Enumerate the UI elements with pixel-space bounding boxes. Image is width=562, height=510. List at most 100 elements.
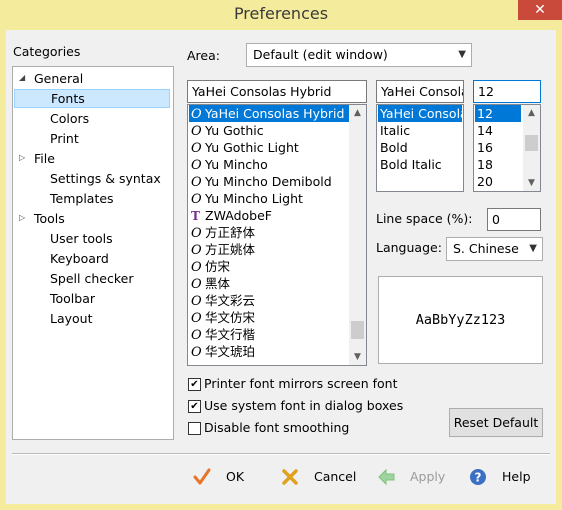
- font-list-item[interactable]: O 黑体: [189, 275, 349, 292]
- scroll-thumb[interactable]: [525, 135, 538, 151]
- opentype-icon: O: [191, 107, 202, 122]
- scroll-up-icon[interactable]: ▲: [523, 105, 540, 121]
- scroll-thumb[interactable]: [351, 321, 364, 339]
- font-list-item-label: 黑体: [205, 276, 231, 291]
- tree-expand-icon[interactable]: ▷: [19, 153, 25, 162]
- tree-item-general[interactable]: General: [34, 69, 83, 88]
- checkbox-unchecked-icon[interactable]: [188, 422, 201, 435]
- line-space-input[interactable]: 0: [487, 208, 541, 231]
- font-list-item[interactable]: O Yu Mincho: [189, 156, 349, 173]
- font-size-input[interactable]: 12: [473, 80, 541, 103]
- font-style-item[interactable]: Italic: [378, 122, 462, 139]
- tree-collapse-icon[interactable]: ◢: [19, 73, 25, 82]
- opentype-icon: O: [191, 192, 202, 207]
- font-style-item[interactable]: YaHei Consola: [378, 105, 463, 122]
- font-list-item[interactable]: O Yu Gothic Light: [189, 139, 349, 156]
- tree-item-file[interactable]: File: [34, 149, 55, 168]
- dialog-body: Categories ◢ General Fonts Colors Print ▷ File…: [6, 30, 556, 504]
- option-checkbox[interactable]: ✔ Printer font mirrors screen font: [188, 375, 428, 393]
- opentype-icon: O: [191, 260, 202, 275]
- truetype-icon: T: [191, 209, 200, 223]
- font-list-item-label: YaHei Consolas Hybrid: [205, 106, 345, 121]
- tree-item-print[interactable]: Print: [50, 129, 79, 148]
- font-size-item[interactable]: 12: [475, 105, 521, 122]
- font-list-item[interactable]: O 方正舒体: [189, 224, 349, 241]
- categories-tree[interactable]: ◢ General Fonts Colors Print ▷ File Settings & …: [12, 66, 174, 440]
- scroll-down-icon[interactable]: ▼: [523, 175, 540, 191]
- font-list-item[interactable]: O 华文琥珀: [189, 343, 349, 360]
- font-size-item[interactable]: 14: [475, 122, 521, 139]
- tree-item-spell-checker[interactable]: Spell checker: [50, 269, 133, 288]
- svg-text:?: ?: [475, 471, 482, 485]
- font-list-item[interactable]: O 华文行楷: [189, 326, 349, 343]
- tree-item-user-tools[interactable]: User tools: [50, 229, 113, 248]
- tree-expand-icon[interactable]: ▷: [19, 213, 25, 222]
- ok-button[interactable]: OK: [192, 466, 262, 488]
- font-style-item[interactable]: Bold Italic: [378, 156, 462, 173]
- help-button[interactable]: ? Help: [468, 466, 538, 488]
- font-list-item[interactable]: O 华文仿宋: [189, 309, 349, 326]
- font-list-item[interactable]: T ZWAdobeF: [189, 207, 349, 224]
- font-style-item[interactable]: Bold: [378, 139, 462, 156]
- cancel-button[interactable]: Cancel: [280, 466, 360, 488]
- apply-button[interactable]: Apply: [376, 466, 446, 488]
- tree-item-templates[interactable]: Templates: [50, 189, 114, 208]
- tree-item-settings-syntax[interactable]: Settings & syntax: [50, 169, 161, 188]
- font-list-item-label: Yu Mincho: [205, 157, 268, 172]
- cancel-x-icon: [282, 469, 298, 485]
- title-bar: Preferences ✕: [0, 0, 562, 30]
- font-size-list[interactable]: 20 18 16 14 12 ▲ ▼: [473, 104, 541, 192]
- ok-label: OK: [226, 469, 245, 484]
- font-size-item[interactable]: 16: [475, 139, 521, 156]
- reset-default-button[interactable]: Reset Default: [449, 408, 543, 437]
- area-select[interactable]: Default (edit window) ▼: [246, 43, 472, 67]
- scroll-up-icon[interactable]: ▲: [349, 105, 366, 121]
- chevron-down-icon: ▼: [458, 49, 466, 60]
- opentype-icon: O: [191, 294, 202, 309]
- font-size-item[interactable]: 20: [475, 173, 521, 190]
- font-list-item[interactable]: O YaHei Consolas Hybrid: [189, 105, 349, 122]
- opentype-icon: O: [191, 141, 202, 156]
- font-style-input[interactable]: YaHei Consola: [376, 80, 464, 103]
- font-size-item[interactable]: 18: [475, 156, 521, 173]
- font-list-item[interactable]: O 仿宋: [189, 258, 349, 275]
- tree-item-keyboard[interactable]: Keyboard: [50, 249, 109, 268]
- language-select[interactable]: S. Chinese ▼: [446, 237, 543, 261]
- font-list-item-label: 华文彩云: [205, 293, 256, 308]
- font-name-input[interactable]: YaHei Consolas Hybrid: [187, 80, 367, 103]
- font-list-item-label: 华文仿宋: [205, 310, 256, 325]
- option-label: Disable font smoothing: [204, 420, 350, 435]
- font-preview: AaBbYyZz123: [378, 276, 543, 364]
- font-list-item-label: 华文琥珀: [205, 344, 256, 359]
- tree-item-fonts[interactable]: Fonts: [14, 89, 170, 108]
- checkbox-checked-icon[interactable]: ✔: [188, 400, 201, 413]
- preferences-window: Preferences ✕ Categories ◢ General Fonts Co…: [0, 0, 562, 510]
- font-list-item-label: Yu Mincho Demibold: [205, 174, 332, 189]
- font-list-item[interactable]: O Yu Mincho Light: [189, 190, 349, 207]
- separator: [12, 453, 550, 455]
- font-list-scrollbar[interactable]: ▲ ▼: [349, 105, 366, 365]
- chevron-down-icon: ▼: [529, 243, 537, 254]
- apply-label: Apply: [410, 469, 446, 484]
- help-icon: ?: [470, 469, 486, 485]
- tree-item-toolbar[interactable]: Toolbar: [50, 289, 95, 308]
- font-list-item[interactable]: O 方正姚体: [189, 241, 349, 258]
- tree-item-colors[interactable]: Colors: [50, 109, 89, 128]
- font-list-item[interactable]: O 华文彩云: [189, 292, 349, 309]
- size-list-scrollbar[interactable]: ▲ ▼: [523, 105, 540, 191]
- option-checkbox[interactable]: Disable font smoothing: [188, 419, 428, 437]
- window-title: Preferences: [233, 4, 329, 23]
- line-space-label: Line space (%):: [376, 211, 473, 226]
- tree-item-layout[interactable]: Layout: [50, 309, 93, 328]
- tree-item-tools[interactable]: Tools: [34, 209, 65, 228]
- checkbox-checked-icon[interactable]: ✔: [188, 378, 201, 391]
- font-style-list[interactable]: YaHei Consola Italic Bold Bold Italic: [376, 104, 464, 192]
- option-checkbox[interactable]: ✔ Use system font in dialog boxes: [188, 397, 428, 415]
- font-list-item[interactable]: O Yu Gothic: [189, 122, 349, 139]
- opentype-icon: O: [191, 226, 202, 241]
- font-list-item[interactable]: O Yu Mincho Demibold: [189, 173, 349, 190]
- font-name-list[interactable]: O 华文琥珀 O 华文行楷 O 华文仿宋 O 华文彩云 O 黑体 O 仿宋 O 方正姚体 O 方正舒体 T ZWA…: [187, 104, 367, 366]
- close-button[interactable]: ✕: [518, 0, 562, 20]
- scroll-down-icon[interactable]: ▼: [349, 349, 366, 365]
- font-list-item-label: ZWAdobeF: [205, 208, 272, 223]
